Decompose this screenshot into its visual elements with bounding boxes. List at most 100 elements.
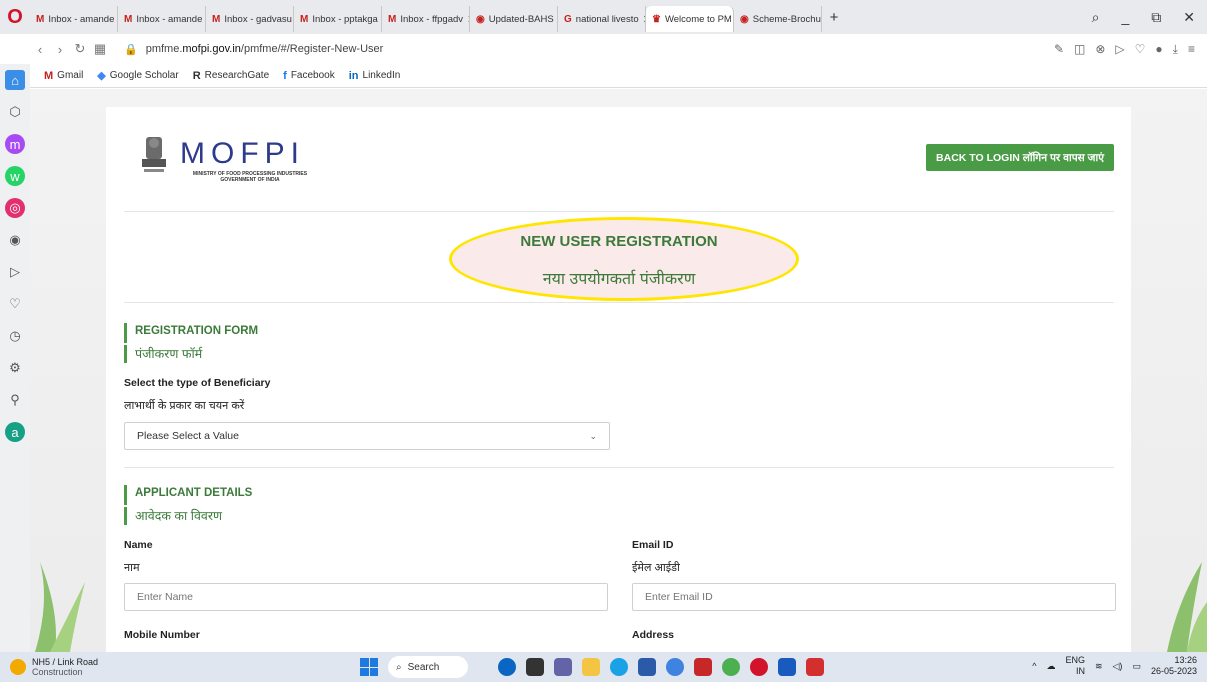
bookmark-item[interactable]: f Facebook [283, 70, 335, 82]
address-bar: ‹ › ↻ ▦ 🔒 pmfme.mofpi.gov.in/pmfme/#/Reg… [30, 34, 1207, 64]
back-to-login-button[interactable]: BACK TO LOGIN लॉगिन पर वापस जाएं [926, 144, 1114, 171]
instagram-icon[interactable]: ◎ [5, 198, 25, 218]
home-icon[interactable]: ⌂ [5, 70, 25, 90]
opera-taskbar-icon[interactable] [750, 658, 768, 676]
back-nav-icon[interactable]: ‹ [30, 42, 50, 57]
bookmark-icon: in [348, 69, 359, 82]
opera-logo-icon[interactable]: O [0, 0, 30, 34]
name-input[interactable] [124, 583, 608, 611]
browser-tab[interactable]: MInbox - amande✕ [30, 6, 118, 32]
tab-label: Welcome to PM [664, 13, 732, 25]
lang-line1: ENG [1065, 655, 1085, 665]
speed-dial-icon[interactable]: ▦ [90, 41, 110, 57]
applicant-details-heading: APPLICANT DETAILS [124, 485, 252, 505]
beneficiary-label-hi: लाभार्थी के प्रकार का चयन करें [124, 400, 245, 412]
email-input[interactable] [632, 583, 1116, 611]
bookmark-icon: ◆ [97, 70, 106, 82]
cloud-icon[interactable]: ☁ [1046, 661, 1055, 672]
registration-form-heading: REGISTRATION FORM [124, 323, 258, 343]
history-icon[interactable]: ◷ [5, 326, 25, 346]
play-icon[interactable]: ▷ [1115, 42, 1124, 57]
profile-icon[interactable]: ● [1155, 42, 1162, 57]
bookmark-label: ResearchGate [204, 70, 270, 81]
tab-favicon-icon: ♛ [652, 13, 661, 25]
bookmark-icon: R [192, 69, 201, 82]
grass-decoration-left-icon [35, 562, 85, 652]
browser-tab[interactable]: MInbox - pptakga✕ [294, 6, 382, 32]
browser-tab[interactable]: MInbox - ffpgadv✕ [382, 6, 470, 32]
taskbar-search[interactable]: ⌕ Search [388, 656, 468, 678]
registration-page: MOFPI MINISTRY OF FOOD PROCESSING INDUST… [106, 107, 1131, 652]
browser-tab[interactable]: ◉Updated-BAHS✕ [470, 6, 558, 32]
chrome-icon[interactable] [722, 658, 740, 676]
registration-form-heading-en: REGISTRATION FORM [135, 325, 259, 337]
edit-icon[interactable]: ✎ [1054, 42, 1064, 57]
ai-icon[interactable]: a [5, 422, 25, 442]
weather-widget[interactable]: NH5 / Link Road Construction [0, 657, 190, 677]
beneficiary-label: Select the type of Beneficiary [124, 377, 271, 389]
email-label: Email ID [632, 539, 674, 551]
windows-taskbar: NH5 / Link Road Construction ⌕ Search ^ ☁ [0, 652, 1207, 682]
close-icon[interactable]: ✕ [1183, 9, 1195, 26]
email-label-hi: ईमेल आईडी [632, 562, 680, 574]
page-title-en: NEW USER REGISTRATION [520, 233, 718, 250]
camera-icon[interactable]: ◫ [1074, 42, 1085, 57]
browser-tab[interactable]: ♛Welcome to PM✕ [646, 6, 734, 32]
favorites-icon[interactable]: ♡ [5, 294, 25, 314]
snap-icon[interactable]: ⧉ [1151, 9, 1161, 26]
menu-icon[interactable]: ≡ [1188, 42, 1195, 57]
bookmark-item[interactable]: R ResearchGate [193, 70, 269, 82]
speed-dial-sidebar-icon[interactable]: ⬡ [5, 102, 25, 122]
player-icon[interactable]: ◉ [5, 230, 25, 250]
edge-icon[interactable] [610, 658, 628, 676]
tab-favicon-icon: ◉ [740, 13, 749, 25]
browser-app-icon[interactable] [666, 658, 684, 676]
browser-tab[interactable]: ◉Scheme-Brochu✕ [734, 6, 822, 32]
clock[interactable]: 13:26 26-05-2023 [1151, 655, 1197, 677]
pdf-reader-icon[interactable] [806, 658, 824, 676]
system-tray: ^ ☁ ENG IN ≋ ◁) ▭ 13:26 26-05-2023 [1032, 655, 1197, 677]
battery-icon[interactable]: ▭ [1132, 661, 1141, 672]
windows-start-icon[interactable] [360, 658, 378, 676]
word-icon[interactable] [778, 658, 796, 676]
teams-icon[interactable] [554, 658, 572, 676]
task-view-icon[interactable] [526, 658, 544, 676]
mcafee-icon[interactable] [694, 658, 712, 676]
bookmark-item[interactable]: in LinkedIn [349, 70, 401, 82]
new-tab-button[interactable]: + [822, 9, 846, 26]
bookmark-label: LinkedIn [362, 70, 401, 81]
download-icon[interactable]: ⤓ [1173, 42, 1178, 57]
file-explorer-icon[interactable] [582, 658, 600, 676]
tab-favicon-icon: M [300, 13, 309, 25]
tab-favicon-icon: M [388, 13, 397, 25]
tab-favicon-icon: ◉ [476, 13, 485, 25]
volume-icon[interactable]: ◁) [1113, 661, 1123, 672]
browser-tab[interactable]: Gnational livesto✕ [558, 6, 646, 32]
window-controls: ⌕ _ ⧉ ✕ [1092, 9, 1207, 26]
pin-icon[interactable]: ⚲ [5, 390, 25, 410]
store-icon[interactable] [638, 658, 656, 676]
browser-tab[interactable]: MInbox - gadvasu✕ [206, 6, 294, 32]
search-tabs-icon[interactable]: ⌕ [1092, 9, 1100, 26]
messenger-icon[interactable]: m [5, 134, 25, 154]
minimize-icon[interactable]: _ [1121, 9, 1129, 26]
whatsapp-icon[interactable]: w [5, 166, 25, 186]
wifi-icon[interactable]: ≋ [1095, 661, 1103, 672]
settings-icon[interactable]: ⚙ [5, 358, 25, 378]
block-icon[interactable]: ⊗ [1095, 42, 1105, 57]
bookmark-item[interactable]: ◆ Google Scholar [97, 69, 178, 82]
bing-icon[interactable] [498, 658, 516, 676]
browser-tab[interactable]: MInbox - amande✕ [118, 6, 206, 32]
beneficiary-type-select[interactable]: Please Select a Value ⌄ [124, 422, 610, 450]
bookmark-item[interactable]: M Gmail [44, 70, 83, 82]
language-indicator[interactable]: ENG IN [1065, 655, 1085, 677]
url-field[interactable]: 🔒 pmfme.mofpi.gov.in/pmfme/#/Register-Ne… [124, 43, 383, 56]
reload-icon[interactable]: ↻ [70, 41, 90, 57]
flow-icon[interactable]: ▷ [5, 262, 25, 282]
lang-line2: IN [1075, 666, 1085, 676]
taskbar-apps: ⌕ Search [360, 656, 824, 678]
forward-nav-icon[interactable]: › [50, 42, 70, 57]
heart-icon[interactable]: ♡ [1135, 42, 1146, 57]
chevron-up-icon[interactable]: ^ [1032, 661, 1036, 671]
tab-label: Inbox - gadvasu [224, 13, 292, 25]
